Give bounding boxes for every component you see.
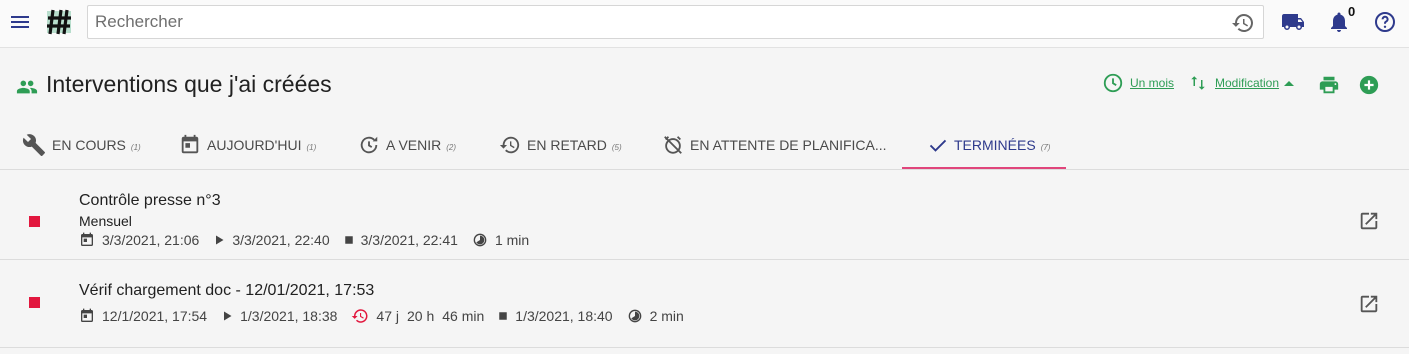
tab-bar: EN COURS (1) AUJOURD'HUI (1) A VENIR (2)… [0, 120, 1409, 170]
tab-count: (2) [446, 143, 457, 152]
tab-label: EN COURS [52, 137, 126, 153]
app-logo[interactable] [44, 7, 74, 37]
page-title: Interventions que j'ai créées [46, 71, 332, 97]
tab-en-retard[interactable]: EN RETARD (5) [499, 120, 622, 170]
search-history-icon[interactable] [1231, 11, 1255, 35]
history-icon [499, 136, 520, 154]
calendar-icon [81, 308, 93, 322]
tab-count: (1) [306, 143, 317, 152]
print-icon[interactable] [1318, 74, 1340, 96]
add-icon[interactable] [1358, 74, 1380, 96]
open-in-new-icon[interactable] [1358, 293, 1380, 315]
tab-label: EN ATTENTE DE PLANIFICA... [690, 137, 887, 153]
start-date: 3/3/2021, 22:40 [232, 232, 330, 248]
check-icon [929, 139, 947, 152]
list-item[interactable]: Contrôle presse n°3 Mensuel 3/3/2021, 21… [0, 170, 1409, 260]
item-meta: 12/1/2021, 17:54 1/3/2021, 18:38 47 j 20… [79, 307, 698, 325]
tab-label: EN RETARD [527, 137, 607, 153]
people-icon [16, 76, 38, 98]
search-bar [87, 5, 1264, 39]
sort-control[interactable]: Modification [1189, 72, 1295, 94]
sort-label: Modification [1215, 76, 1280, 90]
status-indicator [29, 216, 40, 227]
late-minutes: 46 min [442, 308, 485, 324]
item-title: Vérif chargement doc - 12/01/2021, 17:53 [79, 282, 375, 299]
duration-icon [473, 233, 487, 247]
tab-terminees[interactable]: TERMINÉES (7) [928, 120, 1050, 170]
tab-label: TERMINÉES [954, 137, 1036, 153]
late-hours: 20 h [407, 308, 435, 324]
sort-direction-icon [1284, 80, 1295, 86]
active-tab-indicator [902, 167, 1066, 169]
tab-label: A VENIR [386, 137, 442, 153]
tab-en-cours[interactable]: EN COURS (1) [22, 120, 141, 170]
late-days: 47 j [376, 308, 399, 324]
list-item[interactable]: Vérif chargement doc - 12/01/2021, 17:53… [0, 260, 1409, 348]
wrench-icon [22, 134, 45, 156]
planned-date: 12/1/2021, 17:54 [102, 308, 208, 324]
duration-icon [628, 309, 641, 323]
alarm-off-icon [664, 136, 682, 154]
planned-date: 3/3/2021, 21:06 [102, 232, 200, 248]
truck-icon[interactable] [1280, 10, 1306, 34]
tab-count: (5) [611, 143, 622, 152]
period-filter[interactable]: Un mois [1102, 72, 1174, 94]
end-date: 1/3/2021, 18:40 [515, 308, 613, 324]
duration: 2 min [649, 308, 684, 324]
sort-icon [1191, 76, 1205, 90]
tab-count: (1) [130, 143, 141, 152]
item-meta: 3/3/2021, 21:06 3/3/2021, 22:40 3/3/2021… [79, 232, 543, 248]
stop-icon [499, 312, 508, 320]
end-date: 3/3/2021, 22:41 [360, 232, 458, 248]
help-icon[interactable] [1373, 10, 1397, 34]
tab-label: AUJOURD'HUI [207, 137, 302, 153]
play-icon [216, 235, 224, 245]
item-title: Contrôle presse n°3 [79, 192, 221, 209]
notification-count: 0 [1348, 4, 1356, 19]
tab-count: (7) [1040, 143, 1051, 152]
late-history-icon [352, 309, 368, 323]
period-label: Un mois [1130, 76, 1175, 90]
clock-icon [1103, 73, 1123, 93]
duration: 1 min [494, 232, 530, 248]
item-subtitle: Mensuel [79, 213, 132, 229]
calendar-icon [181, 134, 199, 154]
top-bar: 0 [0, 0, 1409, 48]
status-indicator [29, 297, 40, 308]
tab-en-attente[interactable]: EN ATTENTE DE PLANIFICA... [662, 120, 887, 170]
stop-icon [344, 236, 353, 244]
start-date: 1/3/2021, 18:38 [240, 308, 338, 324]
menu-icon[interactable] [8, 10, 32, 34]
tab-a-venir[interactable]: A VENIR (2) [358, 120, 456, 170]
calendar-icon [81, 232, 93, 246]
tab-aujourdhui[interactable]: AUJOURD'HUI (1) [179, 120, 316, 170]
clock-forward-icon [360, 136, 378, 154]
play-icon [224, 311, 232, 321]
open-in-new-icon[interactable] [1358, 210, 1380, 232]
search-input[interactable] [88, 6, 1218, 38]
